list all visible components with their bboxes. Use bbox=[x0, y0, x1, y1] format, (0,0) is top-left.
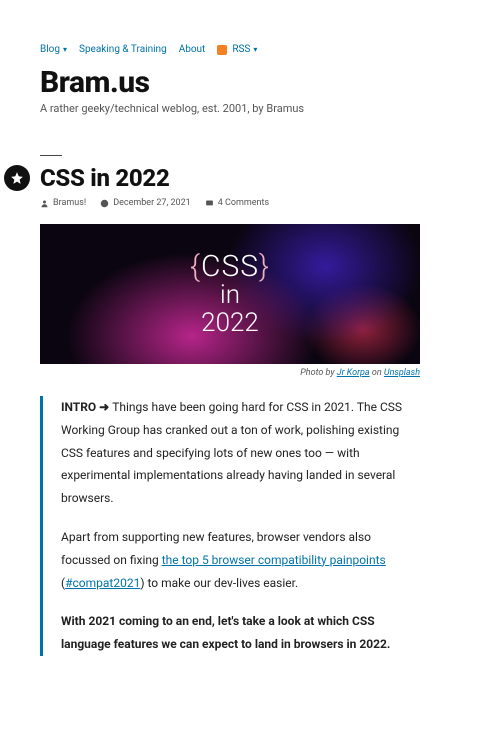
hero-brace-open: { bbox=[190, 249, 201, 284]
chevron-down-icon: ▾ bbox=[253, 45, 257, 54]
hero-image: {CSS} in 2022 bbox=[40, 224, 420, 364]
nav-blog-label: Blog bbox=[40, 44, 60, 55]
caption-prefix: Photo by bbox=[300, 368, 336, 378]
meta-author-label: Bramus! bbox=[53, 198, 86, 208]
clock-icon bbox=[100, 199, 109, 208]
meta-comments[interactable]: 4 Comments bbox=[205, 198, 269, 208]
nav-rss-label: RSS bbox=[232, 44, 250, 55]
compat-link[interactable]: the top 5 browser compatibility painpoin… bbox=[162, 553, 386, 567]
intro-paragraph: INTRO ➜ Things have been going hard for … bbox=[61, 396, 422, 510]
post-heading: CSS in 2022 bbox=[4, 164, 460, 192]
intro-text: Things have been going hard for CSS in 2… bbox=[61, 400, 402, 505]
hero-text-in: in bbox=[220, 282, 240, 309]
rss-icon bbox=[217, 45, 227, 55]
hero-brace-close: } bbox=[259, 249, 270, 284]
hero-text-year: 2022 bbox=[201, 310, 259, 337]
hero-caption: Photo by Jr Korpa on Unsplash bbox=[40, 368, 420, 378]
top-nav: Blog ▾ Speaking & Training About RSS ▾ bbox=[40, 44, 460, 55]
caption-mid: on bbox=[370, 368, 384, 378]
intro-label: INTRO ➜ bbox=[61, 400, 112, 414]
meta-date-label: December 27, 2021 bbox=[113, 198, 191, 208]
meta-author[interactable]: Bramus! bbox=[40, 198, 86, 208]
caption-site-link[interactable]: Unsplash bbox=[384, 368, 420, 378]
post-title[interactable]: CSS in 2022 bbox=[40, 164, 170, 192]
p2-c: ) to make our dev-lives easier. bbox=[140, 576, 298, 590]
divider bbox=[40, 155, 62, 156]
nav-about-label: About bbox=[179, 44, 206, 55]
user-icon bbox=[40, 199, 49, 208]
comment-icon bbox=[205, 199, 214, 208]
nav-about[interactable]: About bbox=[179, 44, 206, 55]
meta-date[interactable]: December 27, 2021 bbox=[100, 198, 191, 208]
meta-comments-label: 4 Comments bbox=[218, 198, 269, 208]
site-tagline: A rather geeky/technical weblog, est. 20… bbox=[40, 102, 460, 115]
paragraph-2: Apart from supporting new features, brow… bbox=[61, 526, 422, 594]
star-icon bbox=[4, 165, 30, 191]
hero-text-css: CSS bbox=[201, 249, 259, 284]
article-body: INTRO ➜ Things have been going hard for … bbox=[40, 396, 422, 656]
caption-author-link[interactable]: Jr Korpa bbox=[337, 368, 370, 378]
nav-rss[interactable]: RSS ▾ bbox=[217, 44, 257, 55]
post-meta: Bramus! December 27, 2021 4 Comments bbox=[40, 198, 460, 208]
site-title[interactable]: Bram.us bbox=[40, 65, 460, 100]
chevron-down-icon: ▾ bbox=[63, 45, 67, 54]
nav-blog[interactable]: Blog ▾ bbox=[40, 44, 67, 55]
p3-text: With 2021 coming to an end, let's take a… bbox=[61, 614, 390, 651]
nav-speaking-label: Speaking & Training bbox=[79, 44, 167, 55]
nav-speaking[interactable]: Speaking & Training bbox=[79, 44, 167, 55]
paragraph-3: With 2021 coming to an end, let's take a… bbox=[61, 610, 422, 656]
compat-hashtag-link[interactable]: #compat2021 bbox=[65, 576, 140, 590]
